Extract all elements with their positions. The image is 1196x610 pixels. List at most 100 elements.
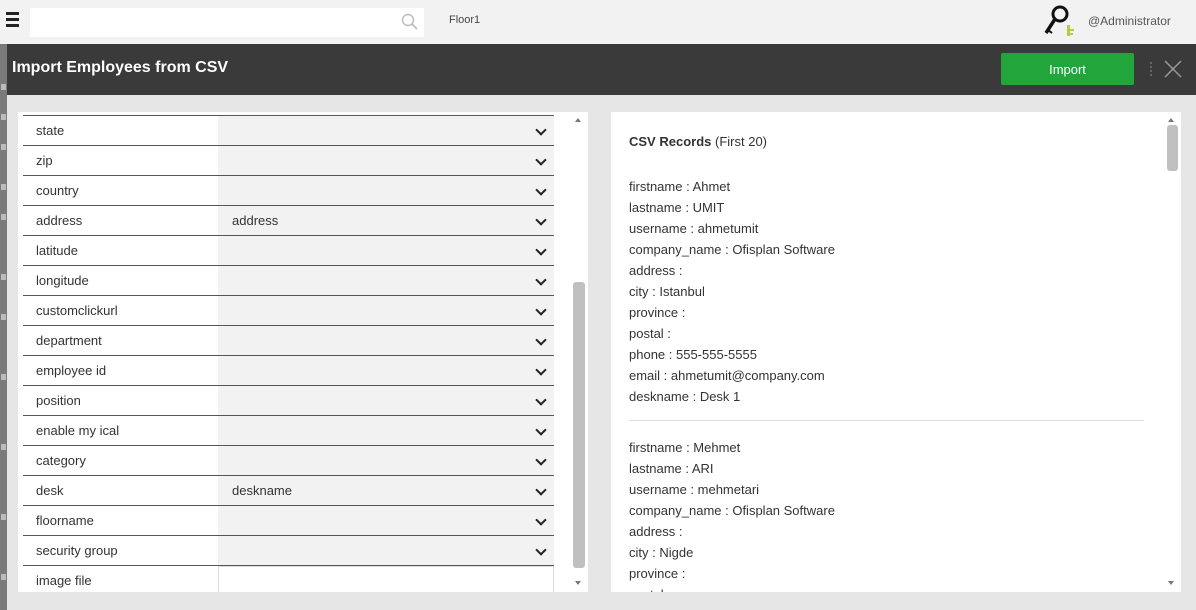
chevron-down-icon — [535, 274, 547, 286]
search-input[interactable] — [30, 8, 424, 37]
record-field: postal : — [629, 584, 1144, 592]
field-row: security group — [23, 536, 554, 566]
chevron-down-icon — [535, 484, 547, 496]
field-label: category — [36, 453, 86, 468]
search-icon[interactable] — [400, 12, 420, 32]
field-row: employee id — [23, 356, 554, 386]
field-label: floorname — [36, 513, 94, 528]
column-select[interactable] — [218, 356, 554, 385]
import-modal: Import Employees from CSV Import state zi… — [4, 44, 1196, 610]
column-select[interactable] — [218, 326, 554, 355]
chevron-down-icon — [535, 424, 547, 436]
record-field: address : — [629, 524, 683, 539]
field-row: longitude — [23, 266, 554, 296]
selected-column: deskname — [232, 483, 292, 498]
record-field: city : Istanbul — [629, 284, 705, 299]
field-row: enable my ical — [23, 416, 554, 446]
menu-icon[interactable] — [6, 12, 19, 28]
column-select[interactable] — [218, 386, 554, 415]
record-field: address : — [629, 263, 683, 278]
record-field: postal : — [629, 326, 671, 341]
field-label: image file — [36, 573, 92, 588]
chevron-down-icon — [535, 184, 547, 196]
record-field: company_name : Ofisplan Software — [629, 503, 835, 518]
field-row: position — [23, 386, 554, 416]
modal-header: Import Employees from CSV Import — [4, 44, 1196, 95]
chevron-down-icon — [535, 364, 547, 376]
side-strip[interactable] — [0, 44, 7, 610]
field-label: longitude — [36, 273, 89, 288]
csv-records-title: CSV Records — [629, 134, 712, 149]
field-label: position — [36, 393, 81, 408]
column-select[interactable] — [218, 416, 554, 445]
field-row: department — [23, 326, 554, 356]
field-label: zip — [36, 153, 53, 168]
chevron-down-icon — [535, 244, 547, 256]
record-field: deskname : Desk 1 — [629, 389, 741, 404]
field-row: country — [23, 176, 554, 206]
record-field: lastname : ARI — [629, 461, 714, 476]
floor-label[interactable]: Floor1 — [449, 14, 480, 26]
chevron-down-icon — [535, 214, 547, 226]
user-label[interactable]: @Administrator — [1088, 14, 1171, 28]
column-select[interactable] — [218, 536, 554, 565]
scrollbar-thumb[interactable] — [573, 282, 585, 568]
chevron-down-icon — [535, 154, 547, 166]
column-select[interactable]: address — [218, 206, 554, 235]
column-select[interactable] — [218, 116, 554, 145]
field-row: zip — [23, 146, 554, 176]
field-row: address address — [23, 206, 554, 236]
field-row: desk deskname — [23, 476, 554, 506]
record-field: username : mehmetari — [629, 482, 760, 497]
column-select[interactable] — [218, 506, 554, 535]
close-icon[interactable] — [1162, 58, 1184, 80]
column-select[interactable] — [218, 176, 554, 205]
chevron-down-icon — [535, 304, 547, 316]
scroll-up-icon[interactable] — [575, 118, 581, 122]
record-field: city : Nigde — [629, 545, 694, 560]
header-separator — [1150, 62, 1152, 76]
csv-record: firstname : Mehmet lastname : ARI username… — [629, 437, 1144, 592]
import-button[interactable]: Import — [1001, 53, 1134, 85]
chevron-down-icon — [535, 124, 547, 136]
scroll-down-icon[interactable] — [1168, 581, 1174, 585]
column-select[interactable] — [218, 236, 554, 265]
field-label: employee id — [36, 363, 107, 378]
field-mapping-panel: state zip country address address latitude lon… — [18, 112, 588, 592]
csv-records-heading: CSV Records (First 20) — [629, 134, 767, 149]
chevron-down-icon — [535, 454, 547, 466]
field-label: country — [36, 183, 79, 198]
record-field: company_name : Ofisplan Software — [629, 242, 835, 257]
column-select[interactable] — [218, 446, 554, 475]
field-label: address — [36, 213, 83, 228]
column-select[interactable] — [218, 146, 554, 175]
record-field: username : ahmetumit — [629, 221, 759, 236]
chevron-down-icon — [535, 544, 547, 556]
modal-title: Import Employees from CSV — [12, 59, 229, 76]
scroll-up-icon[interactable] — [1168, 118, 1174, 122]
field-input[interactable] — [218, 566, 554, 592]
scroll-down-icon[interactable] — [575, 581, 581, 585]
scrollbar[interactable] — [1163, 112, 1181, 592]
csv-records-panel: CSV Records (First 20) firstname : Ahmet… — [611, 112, 1181, 592]
keys-icon — [1044, 5, 1074, 36]
record-field: firstname : Mehmet — [629, 440, 741, 455]
column-select[interactable] — [218, 296, 554, 325]
csv-record: firstname : Ahmet lastname : UMIT username… — [629, 176, 1144, 407]
record-field: phone : 555-555-5555 — [629, 347, 757, 362]
record-field: province : — [629, 305, 686, 320]
chevron-down-icon — [535, 514, 547, 526]
record-field: province : — [629, 566, 686, 581]
field-label: desk — [36, 483, 64, 498]
record-divider — [629, 420, 1144, 421]
field-label: customclickurl — [36, 303, 118, 318]
record-field: firstname : Ahmet — [629, 179, 731, 194]
record-field: email : ahmetumit@company.com — [629, 368, 825, 383]
column-select[interactable] — [218, 266, 554, 295]
field-label: state — [36, 123, 65, 138]
field-row: latitude — [23, 236, 554, 266]
scrollbar[interactable] — [570, 112, 588, 592]
scrollbar-thumb[interactable] — [1167, 125, 1178, 171]
field-label: security group — [36, 543, 118, 558]
column-select[interactable]: deskname — [218, 476, 554, 505]
